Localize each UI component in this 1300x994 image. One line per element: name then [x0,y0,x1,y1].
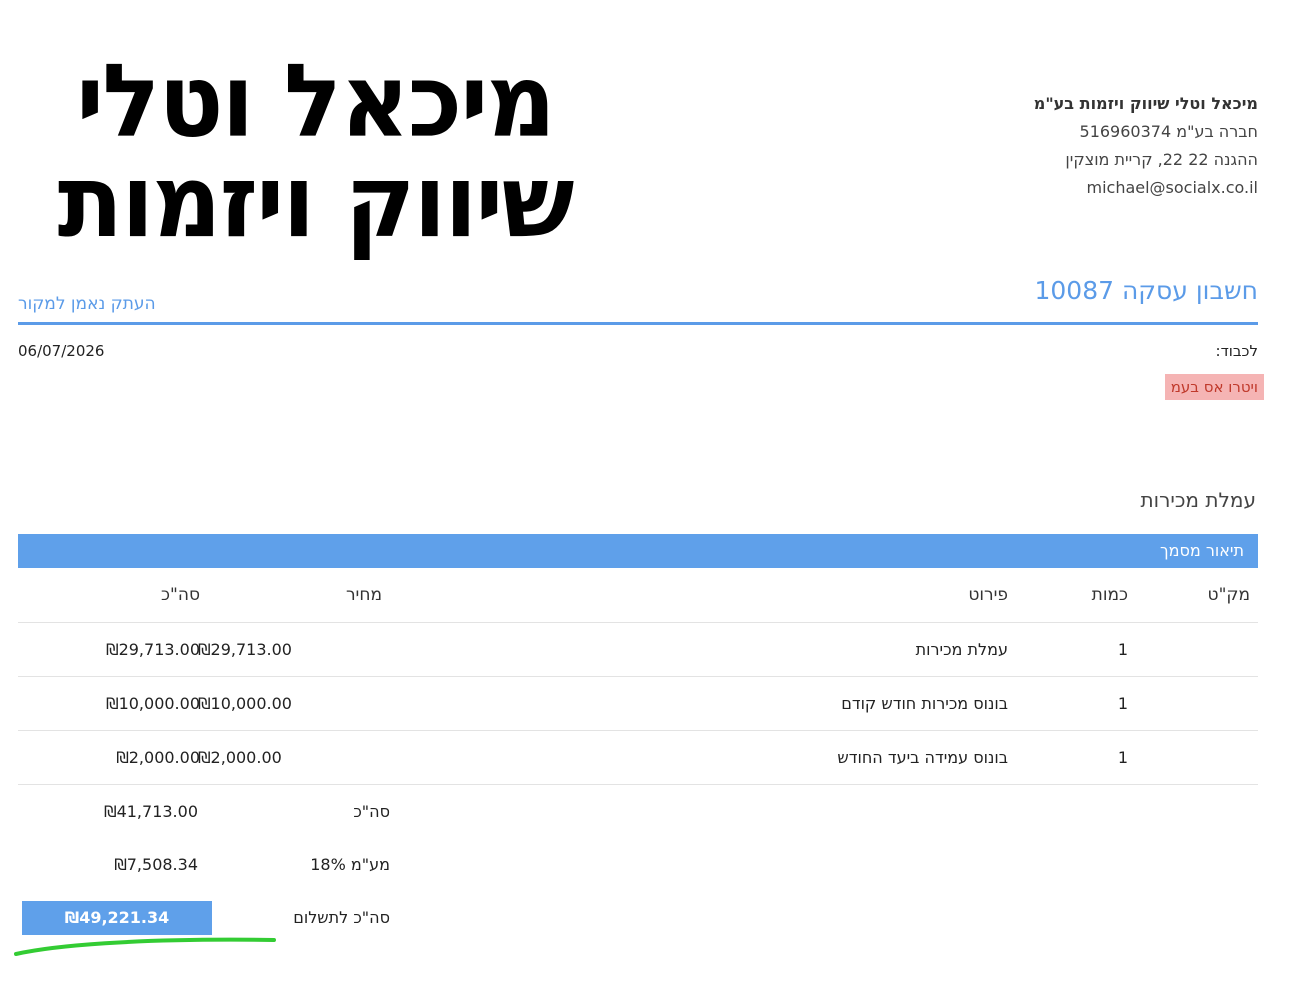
table-row: 1 עמלת מכירות ₪29,713.00 ₪29,713.00 [18,623,1258,677]
vat-value: ₪7,508.34 [114,855,198,874]
marker-underline [14,937,276,956]
row-price: ₪10,000.00 [198,694,292,713]
items-table: מק"ט כמות פירוט מחיר סה"כ 1 עמלת מכירות … [18,569,1258,944]
company-address: ההגנה 22 22, קריית מוצקין [1065,150,1258,169]
row-total: ₪2,000.00 [116,748,200,767]
table-row: 1 בונוס מכירות חודש קודם ₪10,000.00 ₪10,… [18,677,1258,731]
company-registration: חברה בע"מ 516960374 [1079,122,1258,141]
recipient-name: ויטרו אס בעמ [1164,374,1264,400]
company-details: מיכאל וטלי שיווק ויזמות בע"מ חברה בע"מ 5… [838,90,1258,202]
subtotal-value: ₪41,713.00 [104,802,198,821]
document-date: 06/07/2026 [18,342,105,360]
row-qty: 1 [1117,694,1128,713]
row-price: ₪29,713.00 [198,640,292,659]
header-total: סה"כ [161,585,200,605]
table-header-row: מק"ט כמות פירוט מחיר סה"כ [18,569,1258,623]
header-price: מחיר [345,585,382,605]
row-desc: עמלת מכירות [915,640,1008,659]
to-label: לכבוד: [1215,342,1258,360]
company-logo: מיכאל וטלי שיווק ויזמות [55,50,575,252]
row-desc: בונוס מכירות חודש קודם [841,694,1008,713]
row-total: ₪29,713.00 [106,640,200,659]
description-header-label: תיאור מסמך [1160,541,1244,560]
vat-label: מע"מ 18% [310,855,390,874]
section-title: עמלת מכירות [1140,488,1257,512]
row-price: ₪2,000.00 [198,748,282,767]
title-divider [18,322,1258,325]
company-email: michael@socialx.co.il [1086,178,1258,197]
grand-total-label: סה"כ לתשלום [293,908,390,927]
row-desc: בונוס עמידה ביעד החודש [837,748,1008,767]
header-sku: מק"ט [1207,585,1250,605]
vat-row: מע"מ 18% ₪7,508.34 [18,838,1258,891]
header-desc: פירוט [968,585,1008,605]
row-total: ₪10,000.00 [106,694,200,713]
description-header-bar: תיאור מסמך [18,534,1258,568]
table-row: 1 בונוס עמידה ביעד החודש ₪2,000.00 ₪2,00… [18,731,1258,785]
logo-line-2: שיווק ויזמות [57,142,575,261]
company-name: מיכאל וטלי שיווק ויזמות בע"מ [1033,94,1258,113]
header-qty: כמות [1091,585,1128,605]
row-qty: 1 [1117,640,1128,659]
copy-label: העתק נאמן למקור [18,294,156,314]
document-title: חשבון עסקה 10087 [1034,276,1259,305]
row-qty: 1 [1117,748,1128,767]
subtotal-row: סה"כ ₪41,713.00 [18,785,1258,838]
logo-line-1: מיכאל וטלי [76,41,556,160]
subtotal-label: סה"כ [353,802,390,821]
